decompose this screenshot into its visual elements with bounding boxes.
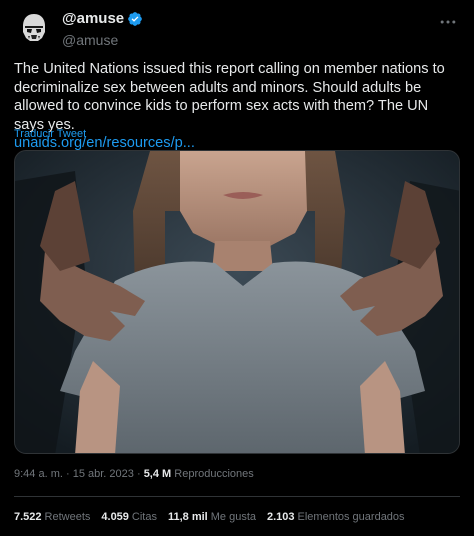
bookmarks-count: 2.103 bbox=[267, 511, 295, 523]
tweet-meta: 9:44 a. m. · 15 abr. 2023 · 5,4 M Reprod… bbox=[14, 468, 254, 480]
divider bbox=[14, 496, 460, 497]
quotes-label: Citas bbox=[131, 511, 157, 523]
tweet-date[interactable]: 15 abr. 2023 bbox=[73, 468, 134, 480]
quotes-stat[interactable]: 4.059 Citas bbox=[101, 511, 157, 523]
bookmarks-stat[interactable]: 2.103 Elementos guardados bbox=[267, 511, 405, 523]
translate-tweet-link[interactable]: Traducir Tweet bbox=[14, 128, 86, 140]
likes-count: 11,8 mil bbox=[167, 511, 208, 523]
author-display-name[interactable]: @amuse bbox=[62, 10, 124, 27]
tweet-time[interactable]: 9:44 a. m. bbox=[14, 468, 63, 480]
bookmarks-label: Elementos guardados bbox=[297, 511, 405, 523]
meta-separator: · bbox=[65, 468, 70, 480]
tweet-stats: 7.522 Retweets 4.059 Citas 11,8 mil Me gusta 2… bbox=[14, 511, 416, 523]
media-photo bbox=[15, 151, 459, 453]
likes-label: Me gusta bbox=[210, 511, 256, 523]
retweets-label: Retweets bbox=[44, 511, 91, 523]
avatar[interactable] bbox=[14, 8, 54, 48]
author-handle[interactable]: @amuse bbox=[62, 32, 143, 48]
tweet-body: The United Nations issued this report ca… bbox=[14, 61, 445, 133]
meta-separator: · bbox=[136, 468, 141, 480]
more-options-icon[interactable] bbox=[438, 12, 458, 32]
tweet-media-image[interactable] bbox=[14, 150, 460, 454]
author-names: @amuse @amuse bbox=[62, 10, 143, 48]
quotes-count: 4.059 bbox=[101, 511, 129, 523]
stormtrooper-helmet-icon bbox=[14, 8, 54, 48]
tweet-header: @amuse @amuse bbox=[14, 8, 460, 48]
verified-badge-icon bbox=[128, 11, 142, 26]
tweet: @amuse @amuse The United Nations issued … bbox=[0, 0, 474, 536]
retweets-stat[interactable]: 7.522 Retweets bbox=[14, 511, 90, 523]
views-count: 5,4 M bbox=[143, 468, 172, 480]
likes-stat[interactable]: 11,8 mil Me gusta bbox=[168, 511, 256, 523]
views-label: Reproducciones bbox=[174, 468, 254, 480]
retweets-count: 7.522 bbox=[14, 511, 42, 523]
